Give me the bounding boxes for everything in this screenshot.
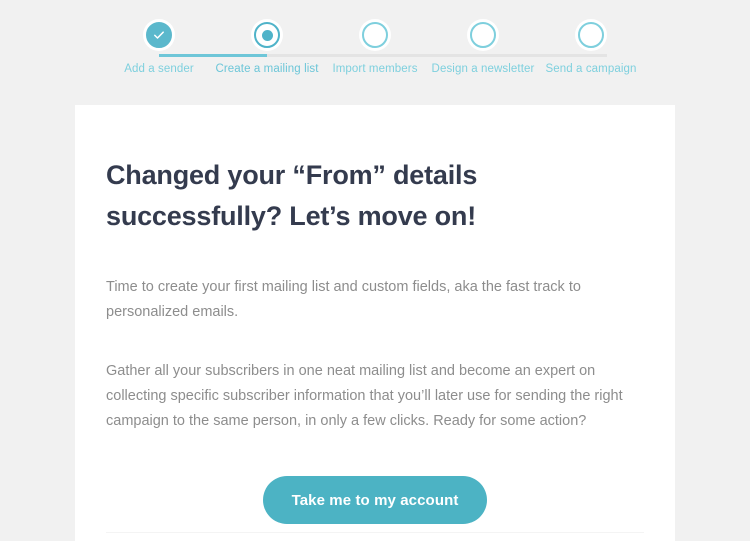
onboarding-stepper: Add a sender Create a mailing list Impor… <box>0 0 750 105</box>
cta-container: Take me to my account <box>106 476 644 524</box>
stepper-connector-1 <box>159 54 283 57</box>
empty-circle-icon <box>362 22 388 48</box>
stepper-node-5[interactable] <box>576 20 606 50</box>
empty-circle-icon <box>578 22 604 48</box>
stepper-label-4: Design a newsletter <box>431 63 535 75</box>
take-me-to-my-account-button[interactable]: Take me to my account <box>262 476 488 524</box>
stepper-label-1: Add a sender <box>124 63 194 75</box>
card-body: Changed your “From” details successfully… <box>75 105 675 524</box>
stepper-connector-2 <box>267 54 391 57</box>
stepper-node-2[interactable] <box>252 20 282 50</box>
stepper-step-import-members[interactable]: Import members <box>321 20 499 75</box>
stepper-step-design-a-newsletter[interactable]: Design a newsletter <box>429 20 607 75</box>
stepper-node-3[interactable] <box>360 20 390 50</box>
check-icon <box>154 31 164 39</box>
stepper-step-send-a-campaign[interactable]: Send a campaign <box>537 20 645 75</box>
stepper-connector-3 <box>375 54 499 57</box>
dot-icon <box>261 29 273 41</box>
stepper-step-create-a-mailing-list[interactable]: Create a mailing list <box>213 20 391 75</box>
content-card: Changed your “From” details successfully… <box>75 105 675 541</box>
stepper-label-5: Send a campaign <box>545 63 637 75</box>
stepper-node-1[interactable] <box>144 20 174 50</box>
stepper-label-3: Import members <box>332 63 418 75</box>
stepper-label-2: Create a mailing list <box>215 63 319 75</box>
intro-paragraph: Time to create your first mailing list a… <box>106 279 581 320</box>
stepper-connector-4 <box>483 54 607 57</box>
stepper-step-add-a-sender[interactable]: Add a sender <box>105 20 283 75</box>
stepper-steps: Add a sender Create a mailing list Impor… <box>105 20 645 75</box>
empty-circle-icon <box>470 22 496 48</box>
detail-paragraph: Gather all your subscribers in one neat … <box>106 363 623 429</box>
page-title: Changed your “From” details successfully… <box>106 160 478 231</box>
stepper-node-4[interactable] <box>468 20 498 50</box>
card-footer-divider <box>106 532 644 533</box>
